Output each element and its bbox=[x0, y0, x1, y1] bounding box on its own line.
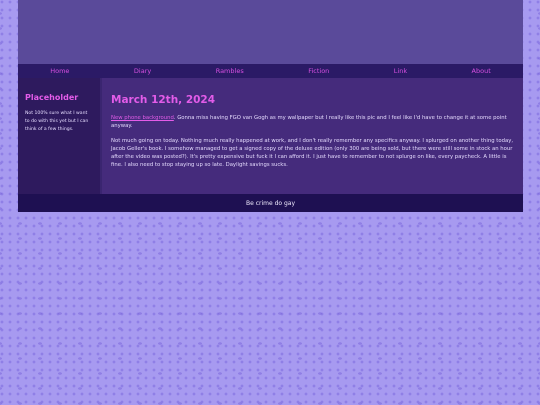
nav-link[interactable]: Link bbox=[394, 67, 407, 75]
entry-paragraph-2: Not much going on today. Nothing much re… bbox=[111, 138, 514, 168]
footer: Be crime do gay bbox=[18, 194, 523, 212]
page-container: Home Diary Rambles Fiction Link About Pl… bbox=[18, 0, 523, 212]
main-nav: Home Diary Rambles Fiction Link About bbox=[18, 64, 523, 78]
nav-diary[interactable]: Diary bbox=[134, 67, 151, 75]
entry-paragraph-1: New phone background. Gonna miss having … bbox=[111, 114, 514, 130]
sidebar: Placeholder Not 100% sure what I want to… bbox=[18, 78, 100, 194]
content-columns: Placeholder Not 100% sure what I want to… bbox=[18, 78, 523, 194]
sidebar-text: Not 100% sure what I want to do with thi… bbox=[25, 111, 89, 132]
phone-background-link[interactable]: New phone background bbox=[111, 115, 174, 121]
nav-rambles[interactable]: Rambles bbox=[216, 67, 244, 75]
footer-text: Be crime do gay bbox=[245, 199, 295, 207]
nav-fiction[interactable]: Fiction bbox=[308, 67, 329, 75]
sidebar-title: Placeholder bbox=[25, 93, 79, 102]
header-banner bbox=[18, 0, 523, 64]
entry-date: March 12th, 2024 bbox=[111, 94, 216, 106]
diary-entry: March 12th, 2024 New phone background. G… bbox=[100, 78, 523, 194]
nav-home[interactable]: Home bbox=[50, 67, 69, 75]
nav-about[interactable]: About bbox=[472, 67, 491, 75]
